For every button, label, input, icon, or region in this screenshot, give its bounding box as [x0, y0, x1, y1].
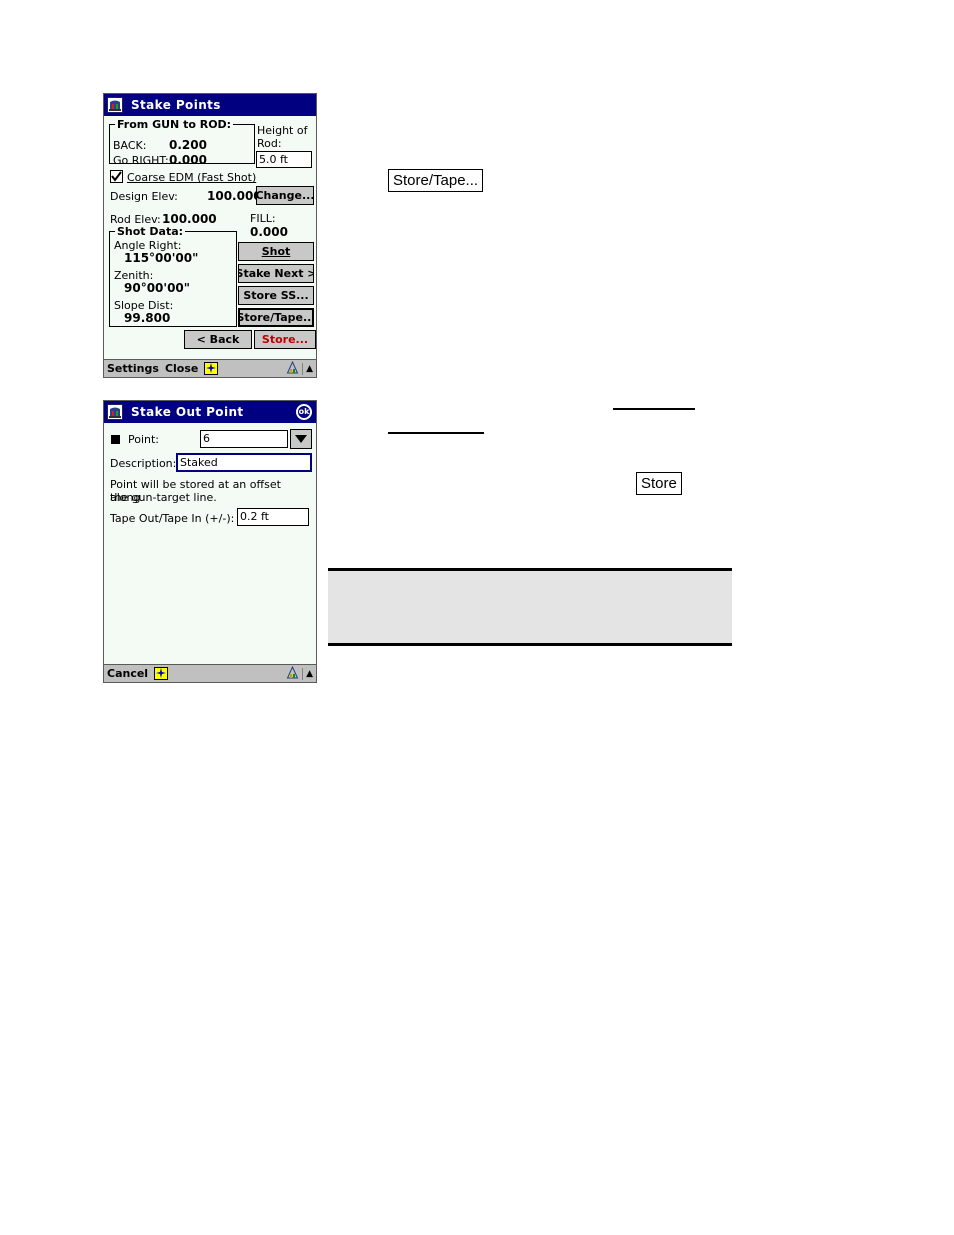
statusbar-up-arrow-icon[interactable]: ▲: [302, 667, 313, 680]
change-button[interactable]: Change...: [256, 186, 314, 205]
stake-points-statusbar: Settings Close ▲: [104, 359, 316, 377]
yellow-star-icon[interactable]: [204, 362, 219, 375]
store-tape-button[interactable]: Store/Tape...: [238, 308, 314, 327]
ok-button[interactable]: ok: [296, 404, 312, 420]
survey-instrument-icon[interactable]: [286, 360, 299, 377]
angle-right-value: 115°00'00": [124, 251, 199, 265]
point-field[interactable]: 6: [200, 430, 288, 448]
store-ss-button[interactable]: Store SS...: [238, 286, 314, 305]
stake-points-app-icon: [107, 97, 123, 113]
back-button[interactable]: < Back: [184, 330, 252, 349]
slope-dist-value: 99.800: [124, 311, 171, 325]
settings-menu[interactable]: Settings: [107, 362, 159, 375]
height-of-rod-label-line1: Height of: [257, 124, 308, 137]
survey-instrument-icon[interactable]: [286, 665, 299, 682]
height-of-rod-label-line2: Rod:: [257, 137, 282, 150]
note-callout-box: [328, 568, 732, 646]
stake-out-point-titlebar: Stake Out Point ok: [104, 401, 316, 423]
store-inline-reference: Store: [636, 472, 682, 495]
point-dropdown-arrow-icon[interactable]: [290, 429, 312, 449]
stake-points-body: From GUN to ROD: BACK: 0.200 Go RIGHT: 0…: [104, 116, 316, 377]
cancel-menu[interactable]: Cancel: [107, 667, 148, 680]
design-elev-label: Design Elev:: [110, 190, 178, 203]
stake-points-window[interactable]: Stake Points From GUN to ROD: BACK: 0.20…: [103, 93, 317, 378]
back-value: 0.200: [169, 138, 207, 152]
tape-out-tape-in-field[interactable]: 0.2 ft: [237, 508, 309, 526]
shot-data-group-title: Shot Data:: [115, 225, 186, 238]
go-right-label: Go RIGHT:: [113, 154, 169, 167]
tape-out-tape-in-label: Tape Out/Tape In (+/-):: [110, 512, 235, 525]
fill-value: 0.000: [250, 225, 288, 239]
statusbar-right-icons: ▲: [286, 360, 313, 377]
stake-out-point-window[interactable]: Stake Out Point ok Point: 6 Description:…: [103, 400, 317, 683]
coarse-edm-label: Coarse EDM (Fast Shot): [127, 171, 257, 184]
stake-points-titlebar: Stake Points: [104, 94, 316, 116]
point-label: Point:: [128, 433, 160, 446]
offset-info-line2: the gun-target line.: [110, 491, 217, 504]
blank-rule-left: [388, 432, 484, 434]
store-button[interactable]: Store...: [254, 330, 316, 349]
rod-elev-value: 100.000: [162, 212, 217, 226]
stake-points-app-icon: [107, 404, 123, 420]
zenith-value: 90°00'00": [124, 281, 191, 295]
blank-rule-right: [613, 408, 695, 410]
store-tape-inline-reference: Store/Tape...: [388, 169, 484, 192]
go-right-value: 0.000: [169, 153, 207, 167]
close-menu[interactable]: Close: [165, 362, 198, 375]
point-marker-icon[interactable]: [111, 435, 120, 444]
from-gun-to-rod-group-title: From GUN to ROD:: [115, 118, 234, 131]
stake-out-point-title: Stake Out Point: [131, 405, 244, 419]
stake-out-point-body: Point: 6 Description: Staked Point will …: [104, 423, 316, 682]
statusbar-right-icons: ▲: [286, 665, 313, 682]
design-elev-value: 100.000: [207, 189, 262, 203]
back-label: BACK:: [113, 139, 147, 152]
stake-points-title: Stake Points: [131, 98, 221, 112]
description-label: Description:: [110, 457, 177, 470]
coarse-edm-checkbox[interactable]: [110, 170, 123, 183]
description-field[interactable]: Staked: [176, 453, 312, 472]
stake-next-button[interactable]: Stake Next >: [238, 264, 314, 283]
shot-button[interactable]: Shot: [238, 242, 314, 261]
height-of-rod-field[interactable]: 5.0 ft: [256, 151, 312, 168]
fill-label: FILL:: [250, 212, 276, 225]
statusbar-up-arrow-icon[interactable]: ▲: [302, 362, 313, 375]
stake-out-point-statusbar: Cancel ▲: [104, 664, 316, 682]
yellow-star-icon[interactable]: [154, 667, 169, 680]
